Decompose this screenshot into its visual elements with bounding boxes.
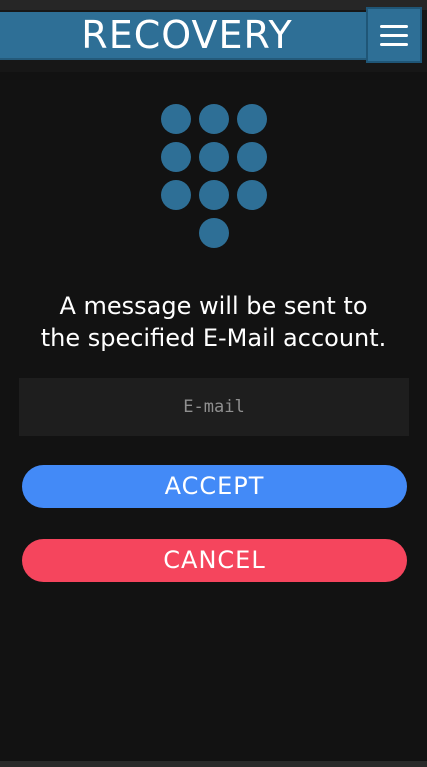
dial-pad-dot — [161, 104, 191, 134]
dial-pad-dot — [199, 142, 229, 172]
recovery-message: A message will be sent to the specified … — [0, 290, 427, 354]
dial-pad-dot — [199, 218, 229, 248]
dial-pad-dot — [237, 142, 267, 172]
hamburger-menu-icon-bar — [380, 33, 408, 37]
accept-button[interactable]: ACCEPT — [22, 465, 407, 508]
page-title: RECOVERY — [81, 13, 293, 57]
header-top-strip — [0, 0, 427, 10]
bottom-edge — [0, 761, 427, 767]
hamburger-menu-icon — [380, 24, 408, 28]
dial-pad-dot — [161, 142, 191, 172]
dial-pad-dot — [237, 104, 267, 134]
cancel-button[interactable]: CANCEL — [22, 539, 407, 582]
menu-button[interactable] — [366, 7, 422, 63]
message-line-2: the specified E-Mail account. — [40, 324, 387, 352]
hamburger-menu-icon-bar — [380, 42, 408, 46]
dial-pad-dot — [161, 180, 191, 210]
email-field[interactable] — [19, 378, 409, 436]
app-header: RECOVERY — [0, 0, 427, 72]
dial-pad-dot — [237, 180, 267, 210]
dial-pad-dot — [199, 180, 229, 210]
title-banner: RECOVERY — [0, 12, 366, 60]
message-line-1: A message will be sent to — [59, 292, 368, 320]
dial-pad-dot — [199, 104, 229, 134]
